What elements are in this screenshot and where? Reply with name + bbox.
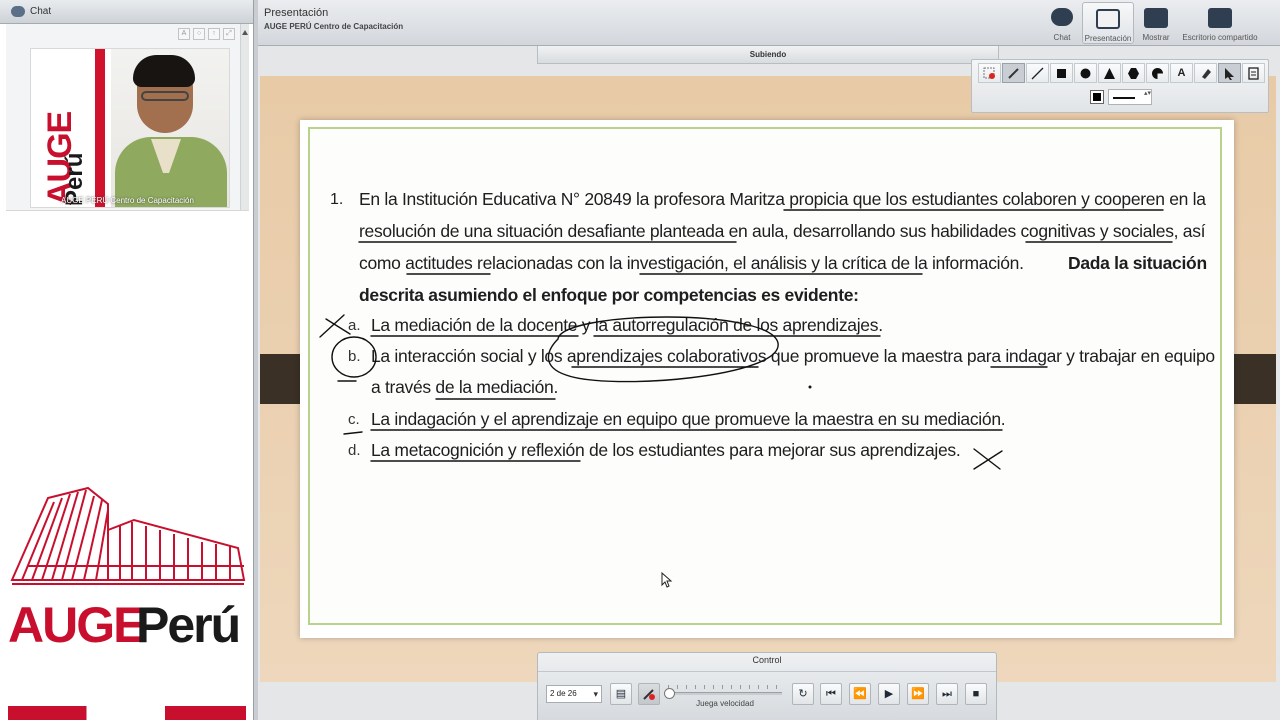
auge-peru-vertical-logo: AUGE Perú <box>35 51 95 207</box>
option-letter: b. <box>348 348 361 365</box>
rewind-icon[interactable]: ⏪ <box>849 683 871 705</box>
webcam-settings-icon[interactable]: ○ <box>193 28 205 40</box>
webcam-video: AUGE Perú AUGE PERÚ Centro de Capacitaci… <box>30 48 230 208</box>
option-a: La mediación de la docente y la autorreg… <box>371 315 883 335</box>
clipboard-icon[interactable] <box>1242 63 1265 83</box>
chat-bubble-icon <box>11 6 25 17</box>
slide-card: 1. En la Institución Educativa N° 20849 … <box>300 120 1234 638</box>
option-b-continued: a través de la mediación. <box>371 377 559 397</box>
pen-icon[interactable] <box>1002 63 1025 83</box>
webcam-caption: AUGE PERÚ Centro de Capacitación <box>61 196 194 205</box>
stop-icon[interactable]: ■ <box>965 683 987 705</box>
line-width-selector[interactable] <box>1108 89 1152 105</box>
chat-bubble-icon <box>1051 8 1073 26</box>
slide-content: 1. En la Institución Educativa N° 20849 … <box>308 127 1222 625</box>
mouse-cursor-icon <box>661 572 673 588</box>
pointer-icon[interactable] <box>1218 63 1241 83</box>
page-subtitle: AUGE PERÚ Centro de Capacitación <box>264 22 404 31</box>
projector-icon <box>1144 8 1168 28</box>
top-header: Presentación AUGE PERÚ Centro de Capacit… <box>258 0 1280 46</box>
page-title: Presentación <box>264 7 329 19</box>
mode-presentation-button[interactable]: Presentación <box>1082 2 1134 44</box>
question-line: En la Institución Educativa N° 20849 la … <box>359 189 1206 209</box>
eraser-icon[interactable] <box>1194 63 1217 83</box>
auge-peru-logo: AUGE Perú <box>6 480 249 720</box>
presenter-photo <box>111 49 229 207</box>
logo-auge-text: AUGE <box>8 597 146 653</box>
question-line: resolución de una situación desafiante p… <box>359 221 1206 241</box>
triangle-icon[interactable] <box>1098 63 1121 83</box>
mode-show-button[interactable]: Mostrar <box>1130 2 1182 44</box>
first-slide-icon[interactable]: ⏮ <box>820 683 842 705</box>
delete-drawing-icon[interactable] <box>978 63 1001 83</box>
mode-label: Chat <box>1053 33 1071 42</box>
question-number: 1. <box>330 191 344 208</box>
control-title: Control <box>752 655 782 665</box>
upload-status-bar: Subiendo <box>537 46 999 64</box>
mode-desktop-share-button[interactable]: Escritorio compartido <box>1178 2 1262 44</box>
option-letter: a. <box>348 317 361 334</box>
peru-flag-stripe <box>8 706 246 720</box>
mode-label: Mostrar <box>1142 33 1170 42</box>
drawing-toolbar: A <box>971 59 1269 113</box>
slide-background: 1. En la Institución Educativa N° 20849 … <box>260 76 1276 682</box>
pie-icon[interactable] <box>1146 63 1169 83</box>
control-panel: Control 2 de 26 ▤ Juega velocidad ↻ ⏮ ⏪ … <box>537 652 997 720</box>
fast-forward-icon[interactable]: ⏩ <box>907 683 929 705</box>
option-letter: c. <box>348 411 360 428</box>
text-icon[interactable]: A <box>1170 63 1193 83</box>
presentation-screen-icon <box>1096 9 1120 29</box>
mode-chat-button[interactable]: Chat <box>1036 2 1088 44</box>
logo-peru-text: Perú <box>136 597 241 653</box>
chat-title: Chat <box>30 6 52 17</box>
mode-label: Escritorio compartido <box>1182 33 1258 42</box>
building-logo-icon <box>10 486 246 585</box>
webcam-area: A ○ ↑ ⤢ AUGE Perú AUGE PERÚ Centro de Ca… <box>6 24 249 210</box>
question-bold-lead: Dada la situación <box>1068 253 1207 273</box>
mode-label: Presentación <box>1084 34 1132 43</box>
webcam-toolbar: A ○ ↑ ⤢ <box>178 28 235 40</box>
speed-label: Juega velocidad <box>696 699 754 708</box>
speed-slider[interactable] <box>664 688 782 699</box>
webcam-scrollbar[interactable] <box>240 24 249 210</box>
question-line: como actitudes relacionadas con la inves… <box>359 253 1024 273</box>
option-c: La indagación y el aprendizaje en equipo… <box>371 409 1006 429</box>
hexagon-icon[interactable] <box>1122 63 1145 83</box>
option-b: La interacción social y los aprendizajes… <box>371 346 1215 366</box>
line-icon[interactable] <box>1026 63 1049 83</box>
document-icon[interactable]: ▤ <box>610 683 632 705</box>
option-d: La metacognición y reflexión de los estu… <box>371 440 961 460</box>
refresh-icon[interactable]: ↻ <box>792 683 814 705</box>
clear-annotations-icon[interactable] <box>638 683 660 705</box>
webcam-expand-icon[interactable]: ↑ <box>208 28 220 40</box>
question-line: descrita asumiendo el enfoque por compet… <box>359 285 859 305</box>
main-area: Presentación AUGE PERÚ Centro de Capacit… <box>258 0 1280 720</box>
color-picker[interactable] <box>1090 90 1104 104</box>
circle-icon[interactable] <box>1074 63 1097 83</box>
chat-header: Chat <box>0 0 253 24</box>
rectangle-icon[interactable] <box>1050 63 1073 83</box>
play-icon[interactable]: ▶ <box>878 683 900 705</box>
monitor-icon <box>1208 8 1232 28</box>
red-stripe <box>95 49 105 207</box>
last-slide-icon[interactable]: ⏭ <box>936 683 958 705</box>
presentation-stage: 1. En la Institución Educativa N° 20849 … <box>258 46 1280 720</box>
chat-messages[interactable] <box>6 210 249 480</box>
left-panel: Chat A ○ ↑ ⤢ AUGE Perú AUGE PERÚ Centro … <box>0 0 254 720</box>
option-letter: d. <box>348 442 361 459</box>
webcam-option-icon[interactable]: A <box>178 28 190 40</box>
page-selector[interactable]: 2 de 26 <box>546 685 602 703</box>
webcam-popout-icon[interactable]: ⤢ <box>223 28 235 40</box>
speed-ticks <box>668 685 782 689</box>
